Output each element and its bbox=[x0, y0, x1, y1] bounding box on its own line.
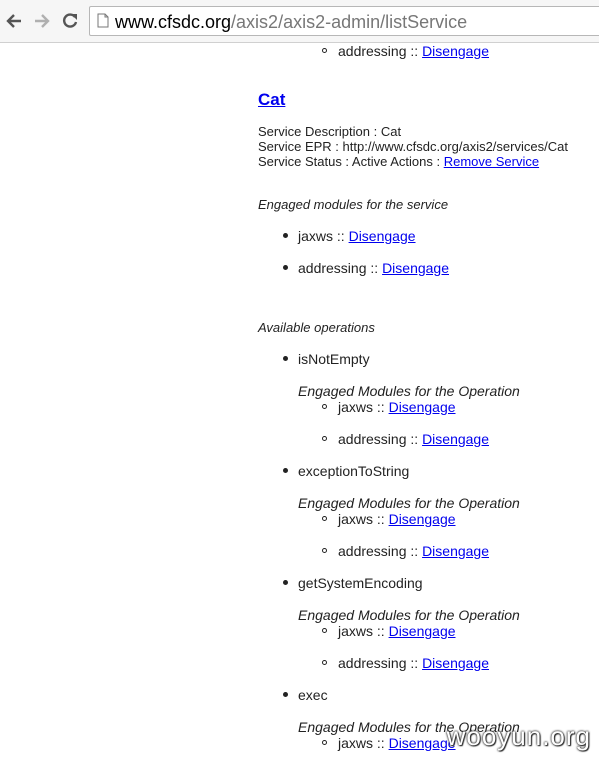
list-bullet-dot bbox=[283, 356, 288, 361]
url-domain: www.cfsdc.org bbox=[115, 12, 232, 32]
list-bullet-circle bbox=[322, 516, 327, 521]
url-path: /axis2/axis2-admin/listService bbox=[231, 12, 468, 32]
back-arrow-icon bbox=[6, 14, 21, 28]
operation-modules-heading: Engaged Modules for the Operation bbox=[298, 607, 520, 623]
module-item: addressing :: Disengage bbox=[298, 260, 449, 276]
operation-name: getSystemEncoding bbox=[298, 575, 423, 591]
available-operations-heading: Available operations bbox=[258, 320, 375, 335]
module-item: addressing :: Disengage bbox=[338, 655, 489, 671]
list-bullet-dot bbox=[283, 233, 288, 238]
operation-modules-heading: Engaged Modules for the Operation bbox=[298, 383, 520, 399]
url-text[interactable]: www.cfsdc.org/axis2/axis2-admin/listServ… bbox=[115, 11, 467, 33]
list-bullet-dot bbox=[283, 580, 288, 585]
disengage-link[interactable]: Disengage bbox=[389, 511, 456, 527]
back-button[interactable] bbox=[2, 8, 26, 34]
disengage-link[interactable]: Disengage bbox=[422, 543, 489, 559]
operation-name: exec bbox=[298, 687, 328, 703]
disengage-link[interactable]: Disengage bbox=[422, 431, 489, 447]
module-item: jaxws :: Disengage bbox=[338, 511, 456, 527]
address-bar[interactable]: www.cfsdc.org/axis2/axis2-admin/listServ… bbox=[89, 6, 599, 36]
browser-toolbar: www.cfsdc.org/axis2/axis2-admin/listServ… bbox=[0, 0, 599, 43]
disengage-link[interactable]: Disengage bbox=[422, 43, 489, 59]
module-item: addressing :: Disengage bbox=[338, 431, 489, 447]
list-bullet-circle bbox=[322, 660, 327, 665]
list-bullet-dot bbox=[283, 265, 288, 270]
list-bullet-circle bbox=[322, 740, 327, 745]
page-icon bbox=[97, 13, 109, 28]
forward-arrow-icon bbox=[35, 14, 50, 28]
list-item: addressing :: Disengage bbox=[338, 43, 489, 59]
disengage-link[interactable]: Disengage bbox=[422, 655, 489, 671]
engaged-modules-heading: Engaged modules for the service bbox=[258, 197, 449, 212]
operation-name: exceptionToString bbox=[298, 463, 410, 479]
list-bullet-circle bbox=[322, 436, 327, 441]
disengage-link[interactable]: Disengage bbox=[382, 260, 449, 276]
service-description: Service Description : Cat bbox=[258, 124, 402, 139]
reload-icon bbox=[63, 13, 78, 28]
watermark: wooyun.org bbox=[446, 721, 591, 751]
list-bullet-circle bbox=[322, 628, 327, 633]
disengage-link[interactable]: Disengage bbox=[389, 623, 456, 639]
service-status: Service Status : Active Actions : Remove… bbox=[258, 154, 540, 169]
reload-button[interactable] bbox=[58, 8, 82, 34]
list-bullet-dot bbox=[283, 692, 288, 697]
list-bullet-circle bbox=[322, 48, 327, 53]
operation-name: isNotEmpty bbox=[298, 351, 370, 367]
remove-service-link[interactable]: Remove Service bbox=[444, 154, 539, 169]
module-item: jaxws :: Disengage bbox=[338, 735, 456, 751]
operation-modules-heading: Engaged Modules for the Operation bbox=[298, 495, 520, 511]
disengage-link[interactable]: Disengage bbox=[389, 399, 456, 415]
page-content: addressing :: Disengage Cat Service Desc… bbox=[0, 43, 599, 766]
module-name: addressing bbox=[338, 43, 407, 59]
service-title-link[interactable]: Cat bbox=[258, 90, 285, 109]
list-bullet-dot bbox=[283, 468, 288, 473]
list-bullet-circle bbox=[322, 548, 327, 553]
disengage-link[interactable]: Disengage bbox=[389, 735, 456, 751]
module-item: jaxws :: Disengage bbox=[338, 623, 456, 639]
disengage-link[interactable]: Disengage bbox=[349, 228, 416, 244]
forward-button[interactable] bbox=[30, 8, 54, 34]
list-bullet-circle bbox=[322, 404, 327, 409]
module-item: addressing :: Disengage bbox=[338, 543, 489, 559]
service-epr: Service EPR : http://www.cfsdc.org/axis2… bbox=[258, 139, 568, 154]
module-item: jaxws :: Disengage bbox=[338, 399, 456, 415]
module-item: jaxws :: Disengage bbox=[298, 228, 416, 244]
